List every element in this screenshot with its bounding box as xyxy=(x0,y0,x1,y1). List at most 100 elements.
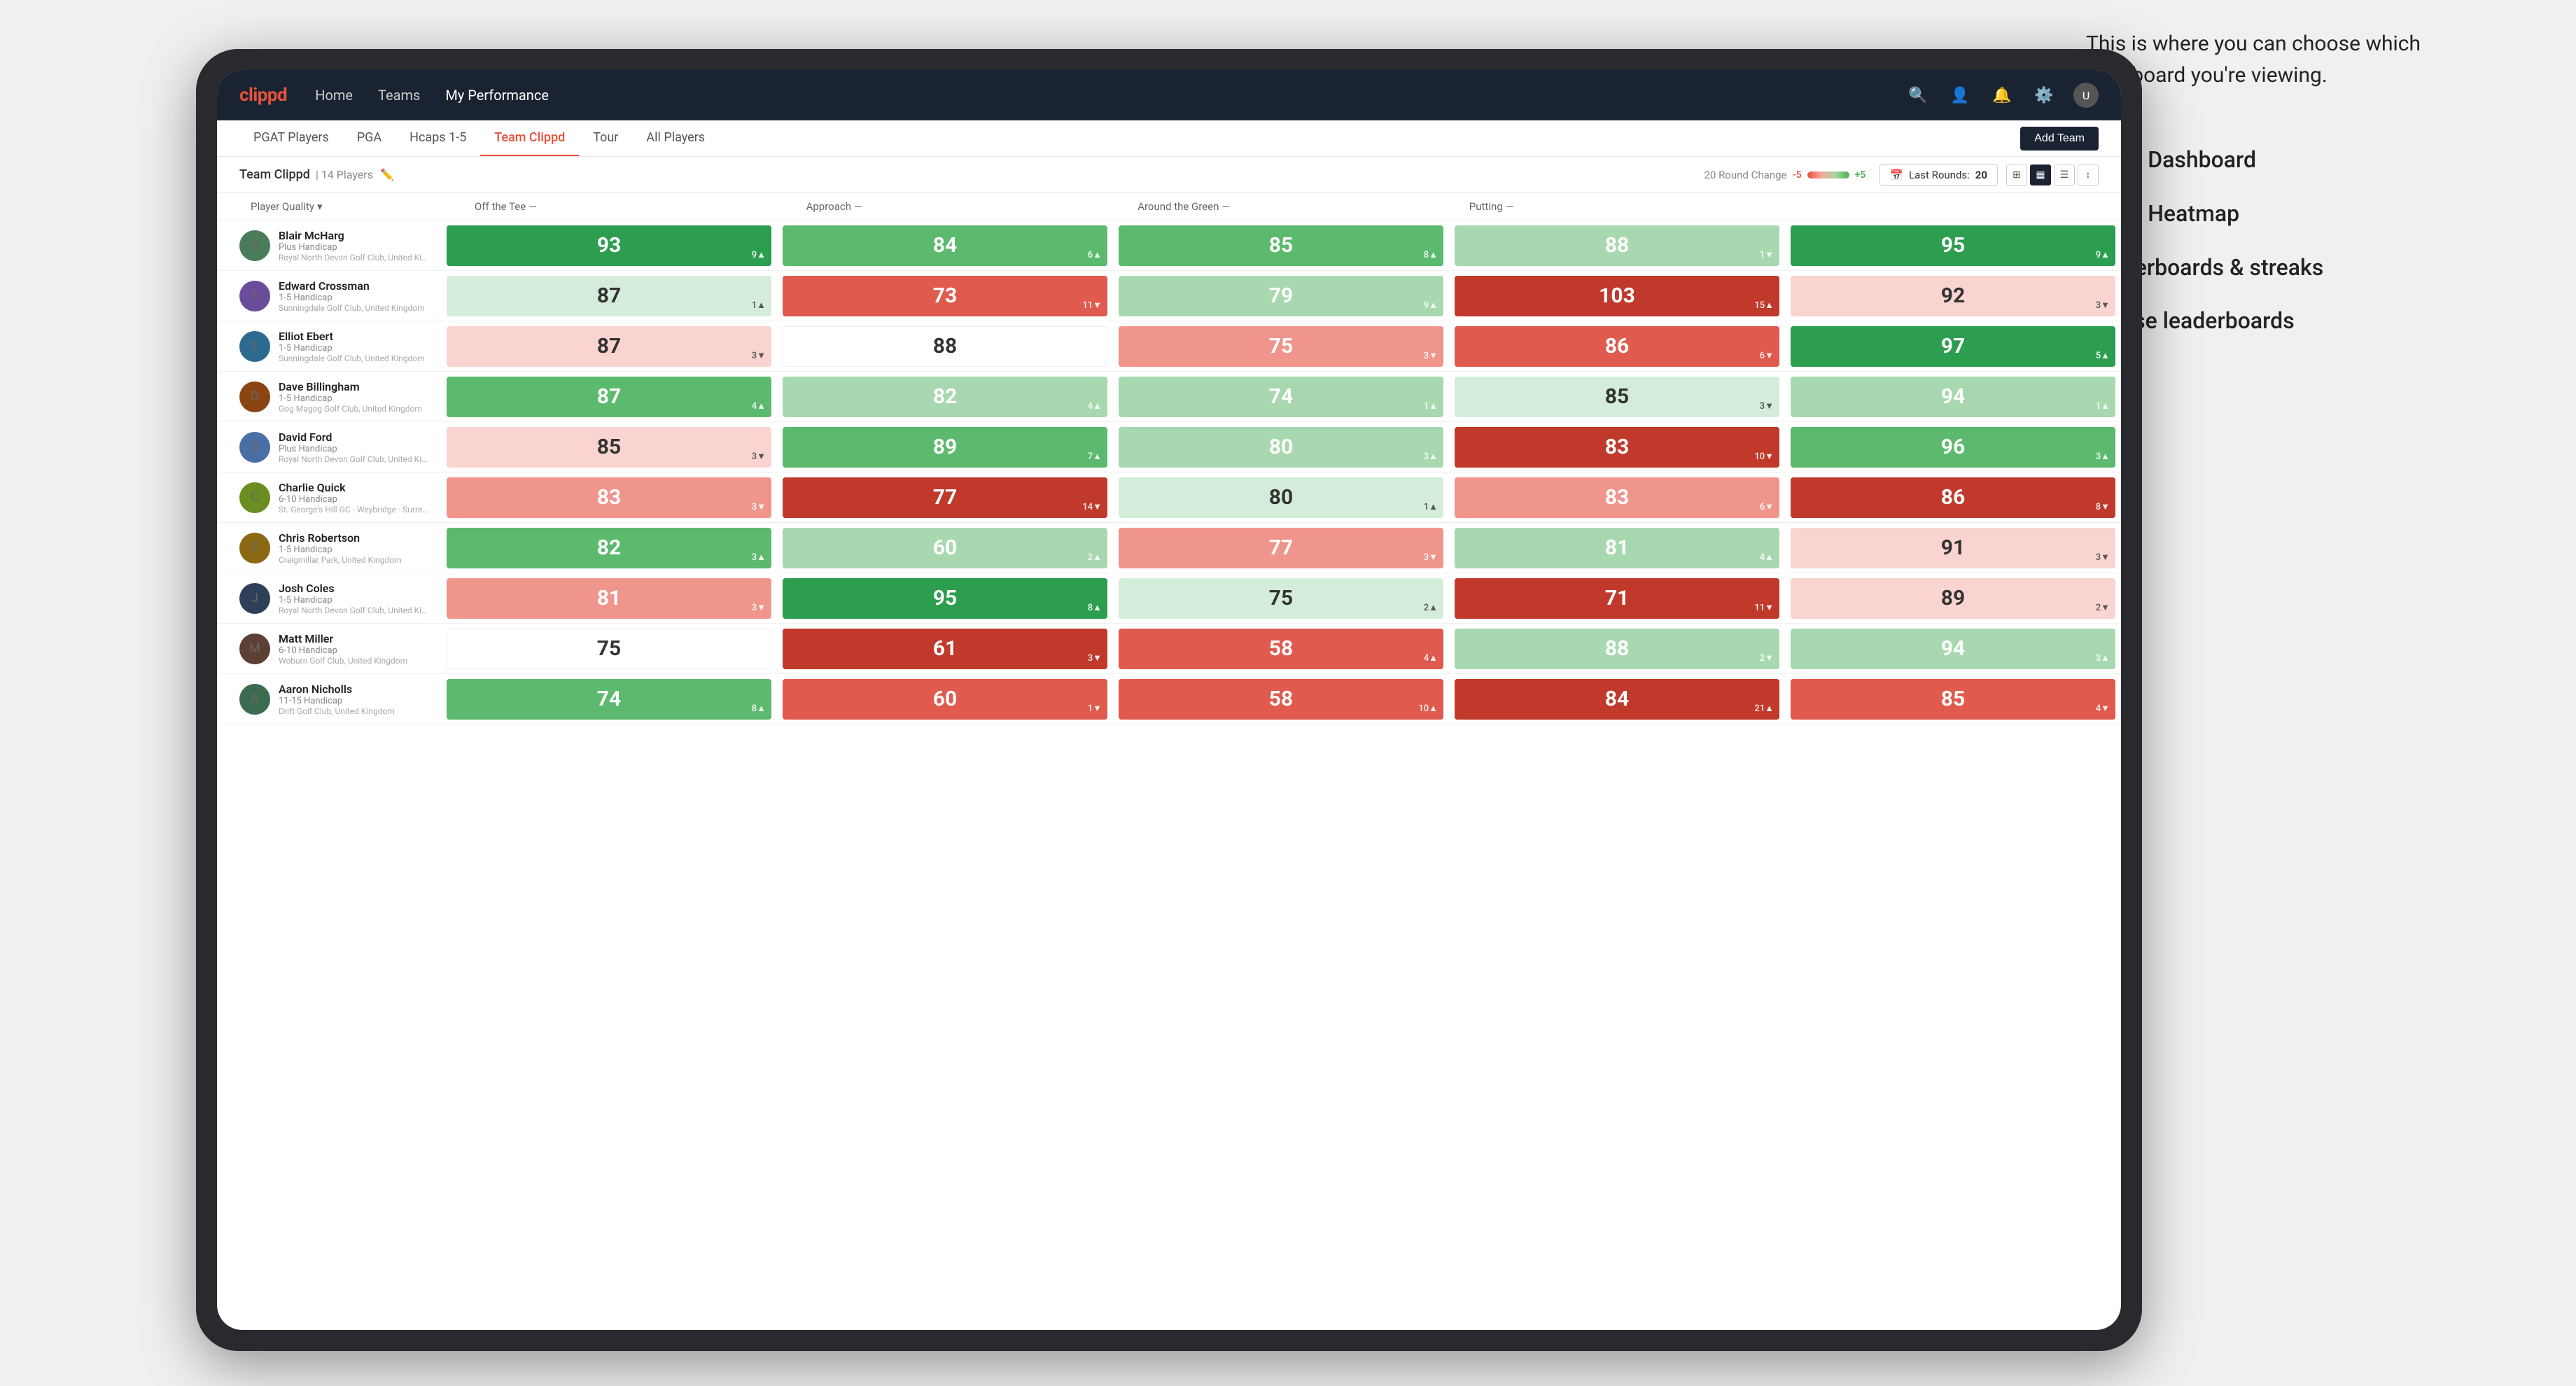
score-cell[interactable]: 868▼ xyxy=(1785,472,2121,522)
table-row[interactable]: DDave Billingham1-5 HandicapGog Magog Go… xyxy=(217,372,2121,422)
annotation-area: This is where you can choose which dashb… xyxy=(2086,28,2520,348)
score-cell[interactable]: 813▼ xyxy=(441,573,777,623)
score-cell[interactable]: 913▼ xyxy=(1785,523,2121,573)
score-change: 9▲ xyxy=(2096,249,2110,260)
score-badge: 8421▲ xyxy=(1455,679,1779,720)
col-approach[interactable]: Approach — xyxy=(795,193,1127,220)
score-cell[interactable]: 897▲ xyxy=(777,422,1113,472)
score-cell[interactable]: 10315▲ xyxy=(1449,271,1785,321)
score-badge: 602▲ xyxy=(783,528,1107,568)
score-cell[interactable]: 799▲ xyxy=(1113,271,1449,321)
score-change: 7▲ xyxy=(1088,451,1102,462)
score-cell[interactable]: 773▼ xyxy=(1113,523,1449,573)
subnav-hcaps[interactable]: Hcaps 1-5 xyxy=(396,120,480,156)
score-cell[interactable]: 873▼ xyxy=(441,321,777,371)
score-cell[interactable]: 602▲ xyxy=(777,523,1113,573)
score-cell[interactable]: 846▲ xyxy=(777,220,1113,270)
score-change: 3▲ xyxy=(1424,451,1438,462)
user-icon[interactable]: 👤 xyxy=(1947,83,1973,108)
table-row[interactable]: JJosh Coles1-5 HandicapRoyal North Devon… xyxy=(217,573,2121,624)
table-row[interactable]: EElliot Ebert1-5 HandicapSunningdale Gol… xyxy=(217,321,2121,372)
score-cell[interactable]: 854▼ xyxy=(1785,674,2121,724)
score-cell[interactable]: 5810▲ xyxy=(1113,674,1449,724)
nav-home[interactable]: Home xyxy=(315,87,353,104)
score-cell[interactable]: 836▼ xyxy=(1449,472,1785,522)
score-cell[interactable]: 584▲ xyxy=(1113,624,1449,673)
score-cell[interactable]: 7111▼ xyxy=(1449,573,1785,623)
table-row[interactable]: AAaron Nicholls11-15 HandicapDrift Golf … xyxy=(217,674,2121,724)
score-cell[interactable]: 853▼ xyxy=(1449,372,1785,421)
score-cell[interactable]: 7311▼ xyxy=(777,271,1113,321)
last-rounds-button[interactable]: 📅 Last Rounds: 20 xyxy=(1879,164,1998,186)
table-row[interactable]: CChris Robertson1-5 HandicapCraigmillar … xyxy=(217,523,2121,573)
edit-icon[interactable]: ✏️ xyxy=(380,168,394,181)
settings-icon[interactable]: ⚙️ xyxy=(2031,83,2057,108)
add-team-button[interactable]: Add Team xyxy=(2020,127,2099,150)
table-row[interactable]: BBlair McHargPlus HandicapRoyal North De… xyxy=(217,220,2121,271)
score-cell[interactable]: 801▲ xyxy=(1113,472,1449,522)
score-cell[interactable]: 814▲ xyxy=(1449,523,1785,573)
score-cell[interactable]: 752▲ xyxy=(1113,573,1449,623)
heat-view-button[interactable]: ▦ xyxy=(2030,164,2051,186)
table-row[interactable]: EEdward Crossman1-5 HandicapSunningdale … xyxy=(217,271,2121,321)
score-cell[interactable]: 923▼ xyxy=(1785,271,2121,321)
score-cell[interactable]: 601▼ xyxy=(777,674,1113,724)
score-change: 4▲ xyxy=(1424,652,1438,664)
subnav-tour[interactable]: Tour xyxy=(579,120,632,156)
score-cell[interactable]: 753▼ xyxy=(1113,321,1449,371)
score-cell[interactable]: 803▲ xyxy=(1113,422,1449,472)
score-cell[interactable]: 858▲ xyxy=(1113,220,1449,270)
subnav-all-players[interactable]: All Players xyxy=(632,120,719,156)
grid-view-button[interactable]: ⊞ xyxy=(2006,164,2027,186)
score-cell[interactable]: 8421▲ xyxy=(1449,674,1785,724)
score-cell[interactable]: 958▲ xyxy=(777,573,1113,623)
score-cell[interactable]: 882▼ xyxy=(1449,624,1785,673)
score-cell[interactable]: 892▼ xyxy=(1785,573,2121,623)
col-around-green[interactable]: Around the Green — xyxy=(1126,193,1458,220)
table-row[interactable]: DDavid FordPlus HandicapRoyal North Devo… xyxy=(217,422,2121,472)
score-number: 95 xyxy=(1941,233,1965,258)
score-cell[interactable]: 748▲ xyxy=(441,674,777,724)
score-cell[interactable]: 75 xyxy=(441,624,777,673)
score-cell[interactable]: 975▲ xyxy=(1785,321,2121,371)
score-cell[interactable]: 8310▼ xyxy=(1449,422,1785,472)
score-cell[interactable]: 963▲ xyxy=(1785,422,2121,472)
score-cell[interactable]: 939▲ xyxy=(441,220,777,270)
score-cell[interactable]: 95 9▲ xyxy=(1785,220,2121,270)
score-cell[interactable]: 823▲ xyxy=(441,523,777,573)
score-cell[interactable]: 613▼ xyxy=(777,624,1113,673)
subnav-pga[interactable]: PGA xyxy=(343,120,396,156)
subnav-pgat[interactable]: PGAT Players xyxy=(239,120,343,156)
score-cell[interactable]: 943▲ xyxy=(1785,624,2121,673)
score-cell[interactable]: 741▲ xyxy=(1113,372,1449,421)
bell-icon[interactable]: 🔔 xyxy=(1989,83,2015,108)
score-cell[interactable]: 874▲ xyxy=(441,372,777,421)
filter-button[interactable]: ↕ xyxy=(2078,164,2099,186)
score-change: 2▼ xyxy=(2096,602,2110,613)
score-cell[interactable]: 824▲ xyxy=(777,372,1113,421)
score-badge: 753▼ xyxy=(1119,326,1443,367)
score-cell[interactable]: 853▼ xyxy=(441,422,777,472)
score-cell[interactable]: 941▲ xyxy=(1785,372,2121,421)
score-cell[interactable]: 881▼ xyxy=(1449,220,1785,270)
col-player-quality[interactable]: Player Quality ▾ xyxy=(239,193,463,220)
table-container[interactable]: Player Quality ▾ Off the Tee — Approach … xyxy=(217,193,2121,1330)
table-row[interactable]: MMatt Miller6-10 HandicapWoburn Golf Clu… xyxy=(217,624,2121,674)
avatar[interactable]: U xyxy=(2073,83,2099,108)
score-cell[interactable]: 7714▼ xyxy=(777,472,1113,522)
player-details: Blair McHargPlus HandicapRoyal North Dev… xyxy=(279,229,430,262)
subnav-team-clippd[interactable]: Team Clippd xyxy=(480,120,579,156)
col-off-tee[interactable]: Off the Tee — xyxy=(463,193,795,220)
nav-teams[interactable]: Teams xyxy=(378,87,420,104)
score-cell[interactable]: 871▲ xyxy=(441,271,777,321)
score-cell[interactable]: 88 xyxy=(777,321,1113,371)
score-cell[interactable]: 833▼ xyxy=(441,472,777,522)
table-row[interactable]: CCharlie Quick6-10 HandicapSt. George's … xyxy=(217,472,2121,523)
col-putting[interactable]: Putting — xyxy=(1458,193,1790,220)
search-icon[interactable]: 🔍 xyxy=(1905,83,1931,108)
score-cell[interactable]: 866▼ xyxy=(1449,321,1785,371)
player-club: Gog Magog Golf Club, United Kingdom xyxy=(279,404,430,414)
nav-my-performance[interactable]: My Performance xyxy=(445,87,549,104)
list-view-button[interactable]: ☰ xyxy=(2054,164,2075,186)
score-badge: 823▲ xyxy=(447,528,771,568)
